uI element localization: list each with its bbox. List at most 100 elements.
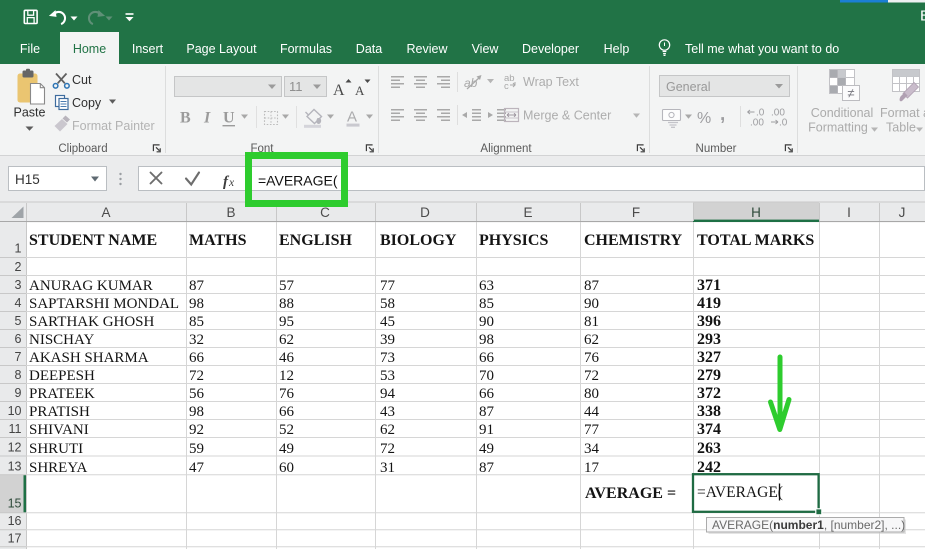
- svg-text:Number: Number: [696, 143, 737, 155]
- svg-text:SHREYA: SHREYA: [29, 460, 88, 476]
- svg-text:11: 11: [9, 422, 22, 436]
- svg-text:ANURAG KUMAR: ANURAG KUMAR: [29, 278, 153, 294]
- svg-text:77: 77: [380, 278, 396, 294]
- svg-text:J: J: [899, 205, 906, 220]
- svg-text:D: D: [420, 205, 430, 220]
- svg-text:Cut: Cut: [72, 73, 92, 87]
- svg-text:59: 59: [189, 441, 204, 457]
- svg-text:92: 92: [189, 422, 204, 438]
- svg-text:2: 2: [15, 260, 22, 274]
- svg-text:52: 52: [279, 422, 294, 438]
- svg-text:57: 57: [279, 278, 295, 294]
- svg-text:73: 73: [380, 350, 395, 366]
- svg-text:B: B: [226, 205, 235, 220]
- svg-text:87: 87: [479, 460, 495, 476]
- svg-text:I: I: [203, 110, 211, 127]
- svg-text:.0: .0: [779, 118, 788, 129]
- svg-text:90: 90: [584, 296, 599, 312]
- svg-text:%: %: [697, 110, 711, 127]
- svg-text:Copy: Copy: [72, 96, 102, 110]
- svg-text:F: F: [632, 205, 640, 220]
- svg-text:Data: Data: [356, 42, 382, 56]
- svg-text:,: ,: [720, 104, 725, 125]
- svg-text:372: 372: [697, 385, 721, 402]
- svg-text:PHYSICS: PHYSICS: [479, 232, 548, 249]
- svg-text:A: A: [347, 109, 357, 126]
- svg-text:87: 87: [584, 278, 600, 294]
- svg-text:Conditional: Conditional: [811, 106, 874, 120]
- svg-text:95: 95: [279, 314, 294, 330]
- svg-text:419: 419: [697, 295, 721, 312]
- svg-text:CHEMISTRY: CHEMISTRY: [584, 232, 683, 249]
- svg-text:PRATISH: PRATISH: [29, 404, 90, 420]
- svg-text:8: 8: [15, 368, 22, 382]
- svg-text:31: 31: [380, 460, 395, 476]
- svg-text:58: 58: [380, 296, 395, 312]
- svg-text:File: File: [20, 42, 40, 56]
- svg-text:=AVERAGE(: =AVERAGE(: [258, 173, 338, 189]
- svg-text:H: H: [751, 205, 761, 220]
- svg-text:Review: Review: [407, 42, 449, 56]
- svg-text:Developer: Developer: [522, 42, 579, 56]
- svg-text:88: 88: [279, 296, 294, 312]
- svg-text:70: 70: [479, 368, 494, 384]
- svg-text:SHRUTI: SHRUTI: [29, 441, 83, 457]
- svg-text:90: 90: [479, 314, 494, 330]
- svg-text:Formatting: Formatting: [808, 121, 868, 135]
- svg-text:87: 87: [189, 278, 205, 294]
- svg-text:66: 66: [279, 404, 295, 420]
- svg-text:Alignment: Alignment: [480, 143, 532, 155]
- svg-text:AVERAGE(number1, [number2], ..: AVERAGE(number1, [number2], ...): [712, 518, 905, 532]
- svg-text:327: 327: [697, 349, 721, 366]
- svg-text:1: 1: [15, 242, 22, 256]
- svg-text:Merge & Center: Merge & Center: [523, 109, 611, 123]
- svg-text:15: 15: [8, 497, 22, 511]
- svg-text:12: 12: [8, 441, 22, 455]
- svg-text:44: 44: [584, 404, 600, 420]
- svg-text:4: 4: [15, 296, 22, 310]
- svg-text:Clipboard: Clipboard: [58, 143, 107, 155]
- svg-text:SHIVANI: SHIVANI: [29, 422, 89, 438]
- svg-text:17: 17: [8, 532, 22, 546]
- svg-text:ab: ab: [464, 76, 478, 90]
- svg-text:396: 396: [697, 313, 721, 330]
- svg-text:72: 72: [584, 368, 599, 384]
- svg-text:C: C: [320, 205, 330, 220]
- svg-text:Page Layout: Page Layout: [186, 42, 257, 56]
- svg-text:32: 32: [189, 332, 204, 348]
- svg-text:Paste: Paste: [14, 106, 46, 120]
- svg-text:45: 45: [380, 314, 395, 330]
- svg-text:Tell me what you want to do: Tell me what you want to do: [685, 42, 839, 56]
- svg-text:91: 91: [479, 422, 494, 438]
- svg-text:263: 263: [697, 440, 721, 457]
- svg-text:A: A: [355, 83, 365, 98]
- svg-text:98: 98: [479, 332, 494, 348]
- svg-text:77: 77: [584, 422, 600, 438]
- svg-text:c: c: [504, 81, 509, 92]
- svg-text:371: 371: [697, 277, 721, 294]
- svg-text:66: 66: [479, 386, 495, 402]
- svg-text:85: 85: [189, 314, 204, 330]
- svg-text:Help: Help: [604, 42, 630, 56]
- svg-text:13: 13: [8, 460, 22, 474]
- svg-text:16: 16: [8, 514, 22, 528]
- svg-text:Format a: Format a: [880, 106, 925, 120]
- svg-text:MATHS: MATHS: [189, 232, 247, 249]
- svg-text:≠: ≠: [847, 86, 854, 101]
- svg-text:80: 80: [584, 386, 599, 402]
- svg-text:87: 87: [479, 404, 495, 420]
- svg-text:Format Painter: Format Painter: [72, 119, 155, 133]
- svg-text:47: 47: [189, 460, 205, 476]
- svg-text:=AVERAGE(: =AVERAGE(: [697, 484, 783, 501]
- svg-text:39: 39: [380, 332, 395, 348]
- svg-text:62: 62: [584, 332, 599, 348]
- svg-text:62: 62: [279, 332, 294, 348]
- svg-text:SAPTARSHI MONDAL: SAPTARSHI MONDAL: [29, 296, 179, 312]
- svg-text:7: 7: [15, 350, 22, 364]
- svg-text:BIOLOGY: BIOLOGY: [380, 232, 457, 249]
- svg-text:B: B: [180, 110, 191, 127]
- svg-text:63: 63: [479, 278, 494, 294]
- svg-text:Table: Table: [886, 121, 916, 135]
- svg-text:10: 10: [8, 404, 22, 418]
- svg-text:62: 62: [380, 422, 395, 438]
